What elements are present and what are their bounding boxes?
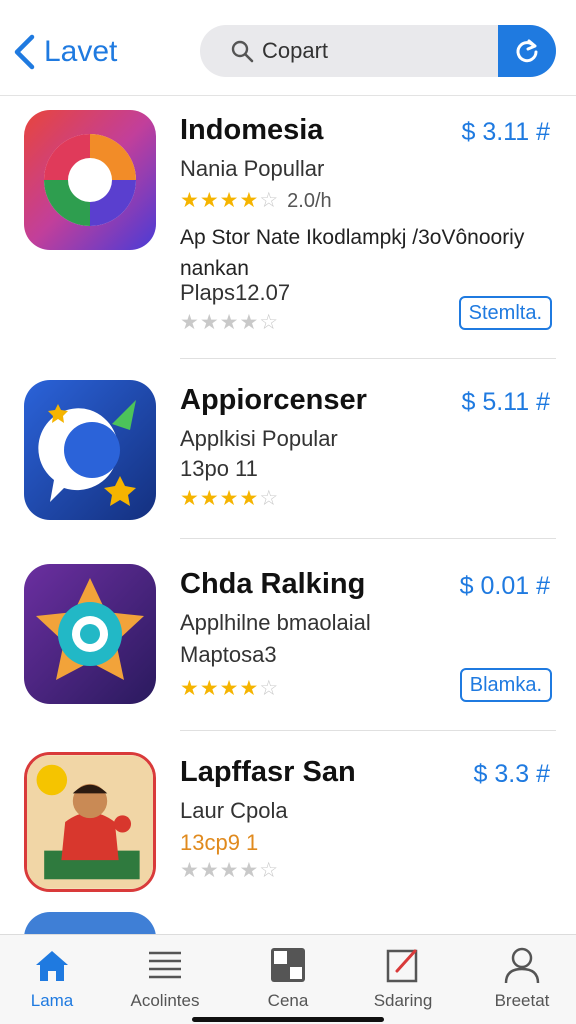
divider [180, 538, 556, 539]
tab-label: Lama [30, 991, 74, 1010]
app-meta: 13cp9 1 [180, 830, 259, 855]
app-icon[interactable] [24, 912, 156, 934]
app-icon[interactable] [24, 380, 156, 520]
app-subtitle: Applhilne bmaolaial [180, 610, 371, 635]
get-button[interactable]: Stemlta. [458, 296, 552, 330]
person-icon [504, 947, 540, 984]
back-label: Lavet [44, 35, 118, 68]
tab-sharing[interactable]: Sdaring [351, 945, 455, 1011]
home-icon [36, 951, 68, 981]
search-go-button[interactable] [498, 25, 556, 77]
search-icon [231, 40, 254, 63]
search-input[interactable] [262, 25, 492, 77]
app-name: Indomesia [180, 114, 324, 146]
home-indicator [192, 1017, 384, 1022]
tab-label: Sdaring [373, 991, 433, 1010]
back-button[interactable]: Lavet [12, 30, 117, 74]
list-item[interactable]: Indomesia $ 3.11 # Nania Popullar ★★★★☆ 2… [0, 110, 576, 360]
divider [180, 358, 556, 359]
search-bar[interactable] [200, 25, 556, 77]
tab-bar: Lama Acolintes Cena Sdaring Breetat [0, 934, 576, 1024]
tab-home[interactable]: Lama [0, 945, 104, 1011]
rating-stars: ★★★★☆ 2.0/h [180, 189, 332, 212]
price-label[interactable]: $ 3.3 # [474, 760, 550, 789]
app-meta: Maptosa3 [180, 642, 277, 667]
rating-stars-secondary: ★★★★☆ [180, 311, 280, 334]
price-label[interactable]: $ 0.01 # [460, 572, 550, 601]
swirl-logo-icon [24, 110, 156, 250]
app-icon[interactable] [24, 564, 156, 704]
rating-stars: ★★★★☆ [180, 677, 280, 700]
app-subtitle: Applkisi Popular [180, 426, 338, 451]
tab-cena[interactable]: Cena [236, 945, 340, 1011]
refresh-icon [516, 39, 538, 63]
app-name: Appiorcenser [180, 384, 367, 416]
star-badge-icon [24, 564, 156, 704]
list-item[interactable]: Appiorcenser $ 5.11 # Applkisi Popular 1… [0, 380, 576, 540]
list-item[interactable] [0, 912, 576, 934]
tab-label: Cena [267, 991, 309, 1010]
app-meta: 13po 11 [180, 456, 258, 481]
price-label[interactable]: $ 5.11 # [461, 388, 550, 417]
tab-label: Breetat [494, 991, 550, 1010]
grid-icon [271, 948, 305, 982]
app-name: Chda Ralking [180, 568, 366, 600]
divider [180, 730, 556, 731]
app-meta: Plaps12.07 [180, 280, 291, 305]
app-name: Lapffasr San [180, 756, 356, 788]
list-icon [149, 951, 181, 979]
list-item[interactable]: Lapffasr San $ 3.3 # Laur Cpola 13cp9 1 … [0, 752, 576, 922]
price-label[interactable]: $ 3.11 # [461, 118, 550, 147]
app-icon[interactable] [24, 752, 156, 892]
tab-profile[interactable]: Breetat [470, 945, 574, 1011]
app-subtitle: Nania Popullar [180, 156, 325, 181]
chat-bubble-icon [24, 380, 156, 520]
tab-label: Acolintes [130, 991, 200, 1010]
app-subtitle: Laur Cpola [180, 798, 288, 823]
tab-activities[interactable]: Acolintes [113, 945, 217, 1011]
edit-icon [386, 949, 418, 983]
character-illustration-icon [27, 755, 153, 889]
app-description: Ap Stor Nate Ikodlampkj /3oVônooriy nank… [180, 226, 525, 280]
list-item[interactable]: Chda Ralking $ 0.01 # Applhilne bmaolaia… [0, 564, 576, 734]
rating-stars: ★★★★☆ [180, 859, 280, 882]
chevron-left-icon [14, 34, 35, 70]
rating-stars: ★★★★☆ [180, 487, 280, 510]
app-list: Indomesia $ 3.11 # Nania Popullar ★★★★☆ 2… [0, 96, 576, 934]
top-bar: Lavet [0, 0, 576, 96]
app-icon[interactable] [24, 110, 156, 250]
rating-count: 2.0/h [287, 190, 332, 212]
get-button[interactable]: Blamka. [459, 668, 552, 702]
